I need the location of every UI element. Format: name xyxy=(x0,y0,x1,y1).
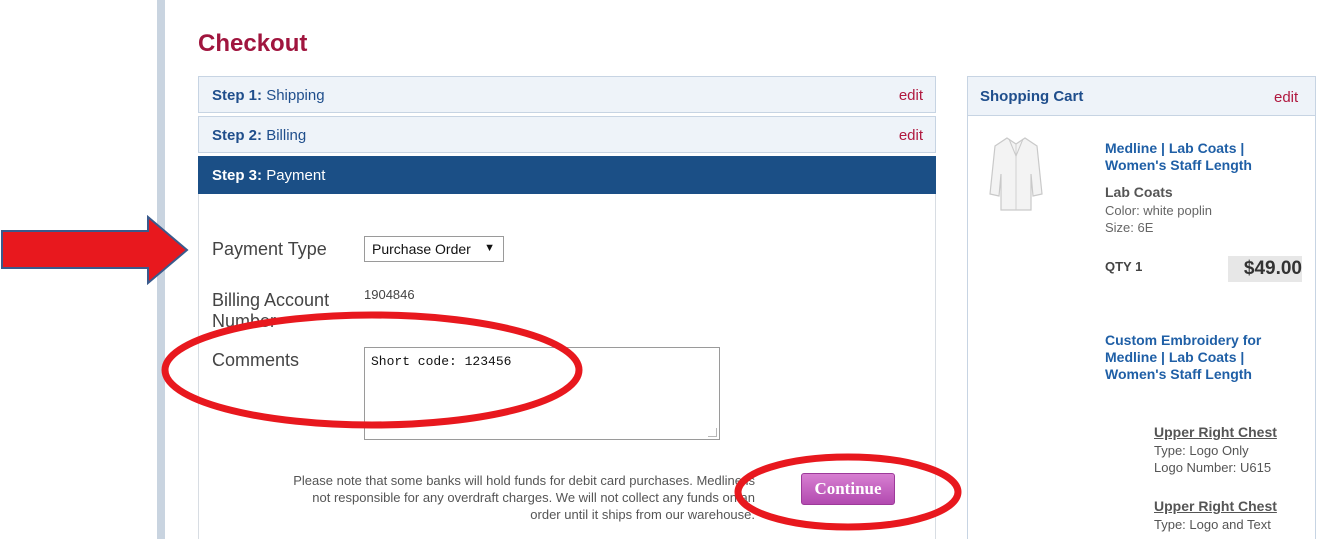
page-title: Checkout xyxy=(198,30,308,57)
red-arrow-annotation xyxy=(1,215,189,285)
billing-account-value: 1904846 xyxy=(364,287,415,302)
embroidery-location-title: Upper Right Chest xyxy=(1154,498,1277,514)
step-name: Payment xyxy=(266,167,326,184)
step-name: Shipping xyxy=(266,87,325,104)
billing-account-label: Billing Account xyxy=(212,290,330,310)
edit-shipping-link[interactable]: edit xyxy=(899,87,923,104)
dropdown-arrow-icon: ▼ xyxy=(484,242,495,254)
step-name: Billing xyxy=(266,127,307,144)
payment-type-select[interactable]: Purchase Order ▼ xyxy=(364,236,504,262)
edit-billing-link[interactable]: edit xyxy=(899,127,923,144)
comments-value: Short code: 123456 xyxy=(371,354,512,369)
product-color: Color: white poplin xyxy=(1105,203,1212,218)
product-category: Lab Coats xyxy=(1105,184,1173,200)
embroidery-type: Type: Logo and Text xyxy=(1154,517,1271,532)
embroidery-type: Type: Logo Only xyxy=(1154,443,1249,458)
embroidery-location-title: Upper Right Chest xyxy=(1154,424,1277,440)
step-shipping[interactable]: Step 1: Shipping edit xyxy=(198,76,936,113)
payment-type-label: Payment Type xyxy=(212,239,327,259)
payment-type-value: Purchase Order xyxy=(372,241,471,257)
product-qty: QTY 1 xyxy=(1105,259,1143,274)
embroidery-name-link[interactable]: Custom Embroidery for Medline | Lab Coat… xyxy=(1105,332,1295,383)
product-price: $49.00 xyxy=(1228,256,1302,282)
step-number: Step 1: xyxy=(212,87,263,104)
step-billing[interactable]: Step 2: Billing edit xyxy=(198,116,936,153)
billing-account-label-2: Number xyxy=(212,311,277,331)
debit-card-note: Please note that some banks will hold fu… xyxy=(293,473,755,522)
step-number: Step 2: xyxy=(212,127,263,144)
embroidery-logo-number: Logo Number: U615 xyxy=(1154,460,1272,475)
comments-textarea[interactable]: Short code: 123456 xyxy=(364,347,720,440)
shopping-cart-title: Shopping Cart xyxy=(980,88,1084,105)
step-number: Step 3: xyxy=(212,167,263,184)
continue-button[interactable]: Continue xyxy=(801,473,895,505)
comments-label: Comments xyxy=(212,350,300,370)
product-size: Size: 6E xyxy=(1105,220,1154,235)
step-payment: Step 3: Payment xyxy=(198,156,936,194)
lab-coat-image[interactable] xyxy=(987,134,1045,214)
resize-handle-icon[interactable] xyxy=(708,428,717,437)
edit-cart-link[interactable]: edit xyxy=(1274,89,1298,106)
product-name-link[interactable]: Medline | Lab Coats | Women's Staff Leng… xyxy=(1105,140,1295,174)
